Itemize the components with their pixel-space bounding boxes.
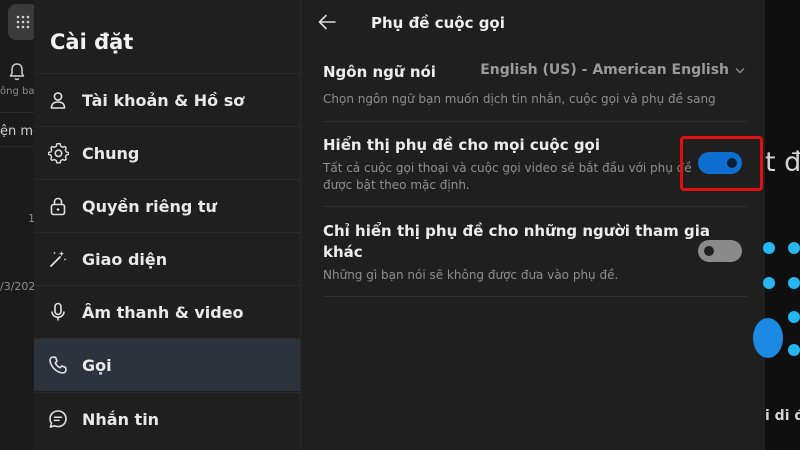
background-app-sidebar: ông ba ện mớ 1 /3/202 bbox=[0, 0, 41, 450]
sidebar-item-label: Gọi bbox=[82, 355, 112, 375]
spoken-language-value: English (US) - American English bbox=[480, 62, 729, 78]
subtitles-others-only-toggle[interactable] bbox=[698, 240, 742, 262]
lock-icon bbox=[47, 195, 69, 217]
subtitles-others-only-title: Chỉ hiển thị phụ đề cho những người tham… bbox=[323, 222, 710, 240]
subtitles-all-calls-description: được bật theo mặc định. bbox=[323, 178, 470, 192]
notifications-label: ông ba bbox=[0, 86, 35, 97]
spoken-language-description: Chọn ngôn ngữ bạn muốn dịch tin nhắn, cu… bbox=[323, 92, 716, 106]
row-divider bbox=[323, 121, 747, 122]
person-icon bbox=[47, 89, 69, 111]
sidebar-item-label: Quyền riêng tư bbox=[82, 196, 217, 216]
strip-divider bbox=[0, 146, 34, 147]
sidebar-item-audio-video[interactable]: Âm thanh & video bbox=[34, 285, 300, 338]
sidebar-item-label: Âm thanh & video bbox=[82, 302, 244, 322]
grid-icon bbox=[16, 15, 30, 29]
subtitles-all-calls-description: Tất cả cuộc gọi thoại và cuộc gọi video … bbox=[323, 161, 692, 175]
screen: ông ba ện mớ 1 /3/202 Cài đặt Tài khoản … bbox=[0, 0, 800, 450]
toggle-knob bbox=[704, 246, 714, 256]
sidebar-item-label: Chung bbox=[82, 143, 140, 163]
decorative-dot bbox=[788, 277, 800, 289]
bell-icon[interactable] bbox=[8, 62, 26, 82]
settings-sidebar: Cài đặt Tài khoản & Hồ sơ Chung Quyền ri… bbox=[34, 0, 300, 450]
decorative-dot bbox=[788, 242, 800, 254]
background-app-content: t đầ i di đ bbox=[753, 0, 800, 450]
sidebar-item-calls[interactable]: Gọi bbox=[34, 338, 300, 391]
date-text: /3/202 bbox=[0, 280, 36, 293]
decorative-dot bbox=[788, 344, 800, 356]
sidebar-title: Cài đặt bbox=[50, 30, 134, 54]
sidebar-item-label: Giao diện bbox=[82, 249, 168, 269]
microphone-icon bbox=[47, 301, 69, 323]
back-arrow-icon[interactable] bbox=[317, 12, 337, 32]
highlight-box bbox=[680, 136, 763, 191]
spoken-language-select[interactable]: English (US) - American English bbox=[480, 62, 745, 78]
background-subheading: i di đ bbox=[765, 408, 800, 424]
sidebar-item-privacy[interactable]: Quyền riêng tư bbox=[34, 179, 300, 232]
decorative-shape bbox=[753, 318, 783, 358]
decorative-dot bbox=[763, 242, 775, 254]
page-title: Phụ đề cuộc gọi bbox=[371, 14, 505, 32]
row-divider bbox=[323, 206, 747, 207]
chat-bubble-icon bbox=[47, 408, 69, 430]
magic-wand-icon bbox=[47, 248, 69, 270]
decorative-dot bbox=[788, 311, 800, 323]
sidebar-item-general[interactable]: Chung bbox=[34, 126, 300, 179]
row-divider bbox=[323, 296, 747, 297]
phone-icon bbox=[47, 354, 69, 376]
sidebar-item-account-profile[interactable]: Tài khoản & Hồ sơ bbox=[34, 73, 300, 126]
decorative-dot bbox=[763, 277, 775, 289]
gear-icon bbox=[47, 142, 69, 164]
spoken-language-title: Ngôn ngữ nói bbox=[323, 63, 436, 81]
background-heading: t đầ bbox=[765, 147, 800, 178]
subtitles-others-only-description: Những gì bạn nói sẽ không được đưa vào p… bbox=[323, 268, 619, 282]
sidebar-item-appearance[interactable]: Giao diện bbox=[34, 232, 300, 285]
sidebar-item-label: Tài khoản & Hồ sơ bbox=[82, 90, 245, 110]
subtitles-all-calls-title: Hiển thị phụ đề cho mọi cuộc gọi bbox=[323, 136, 601, 154]
sidebar-item-messaging[interactable]: Nhắn tin bbox=[34, 392, 300, 445]
strip-divider bbox=[0, 112, 34, 113]
sidebar-item-label: Nhắn tin bbox=[82, 409, 160, 429]
call-subtitles-panel: Phụ đề cuộc gọi Ngôn ngữ nói English (US… bbox=[300, 0, 765, 450]
chevron-down-icon bbox=[735, 67, 745, 73]
subtitles-others-only-title: khác bbox=[323, 243, 363, 261]
